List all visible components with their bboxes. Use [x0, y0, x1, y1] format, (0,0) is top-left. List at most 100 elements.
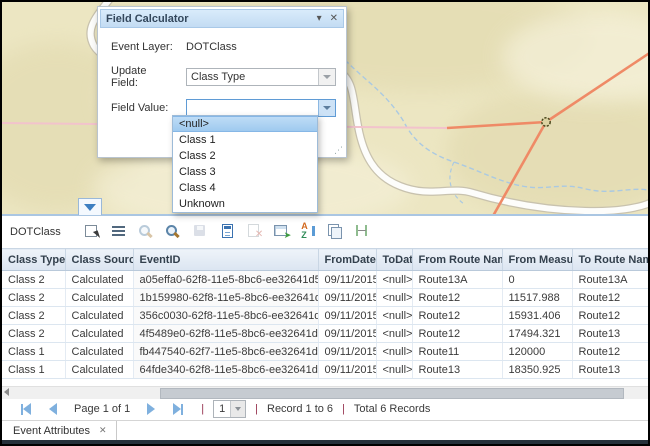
table-cell[interactable]: Class 2: [2, 271, 65, 289]
close-icon[interactable]: ✕: [330, 14, 338, 24]
column-header[interactable]: To Route Name: [572, 249, 648, 271]
table-cell[interactable]: Route12: [412, 289, 502, 307]
scroll-left-icon[interactable]: [4, 388, 9, 396]
dropdown-option[interactable]: Class 1: [173, 132, 317, 148]
table-cell[interactable]: 09/11/2015: [318, 271, 376, 289]
table-cell[interactable]: Route12: [412, 325, 502, 343]
table-cell[interactable]: 09/11/2015: [318, 361, 376, 379]
column-header[interactable]: Class Source: [65, 249, 133, 271]
table-cell[interactable]: 64fde340-62f8-11e5-8bc6-ee32641d5ec9: [133, 361, 318, 379]
table-cell[interactable]: 120000: [502, 343, 572, 361]
column-header[interactable]: From Route Name: [412, 249, 502, 271]
table-cell[interactable]: Calculated: [65, 307, 133, 325]
table-cell[interactable]: Calculated: [65, 271, 133, 289]
table-cell[interactable]: 18350.925: [502, 361, 572, 379]
event-attributes-panel: DOTClass Class TypeClass SourceEventIDFr…: [2, 214, 648, 444]
table-row[interactable]: Class 1Calculated64fde340-62f8-11e5-8bc6…: [2, 361, 648, 379]
field-calculator-icon[interactable]: [218, 222, 236, 240]
table-cell[interactable]: <null>: [376, 361, 412, 379]
table-cell[interactable]: 356c0030-62f8-11e5-8bc6-ee32641d5ec9: [133, 307, 318, 325]
table-row[interactable]: Class 2Calculated4f5489e0-62f8-11e5-8bc6…: [2, 325, 648, 343]
export-table-icon[interactable]: [272, 222, 290, 240]
tab-close-icon[interactable]: ✕: [99, 425, 107, 436]
table-cell[interactable]: fb447540-62f7-11e5-8bc6-ee32641d5ec9: [133, 343, 318, 361]
combo-dropdown-button[interactable]: [318, 69, 335, 85]
dropdown-option[interactable]: Class 4: [173, 180, 317, 196]
total-records-label: Total 6 Records: [354, 403, 430, 415]
sort-az-icon[interactable]: [299, 222, 317, 240]
table-cell[interactable]: <null>: [376, 343, 412, 361]
table-cell[interactable]: Route12: [572, 289, 648, 307]
resize-grip[interactable]: ⋰: [334, 145, 344, 156]
show-all-records-icon[interactable]: [110, 222, 128, 240]
table-cell[interactable]: 11517.988: [502, 289, 572, 307]
column-header[interactable]: EventID: [133, 249, 318, 271]
table-cell[interactable]: 09/11/2015: [318, 307, 376, 325]
table-cell[interactable]: Route13: [412, 361, 502, 379]
table-cell[interactable]: Route12: [572, 307, 648, 325]
table-cell[interactable]: 15931.406: [502, 307, 572, 325]
column-header[interactable]: ToDate: [376, 249, 412, 271]
table-row[interactable]: Class 2Calculated1b159980-62f8-11e5-8bc6…: [2, 289, 648, 307]
table-cell[interactable]: 1b159980-62f8-11e5-8bc6-ee32641d5ec9: [133, 289, 318, 307]
page-number-select[interactable]: 1: [213, 400, 246, 418]
table-cell[interactable]: <null>: [376, 271, 412, 289]
table-cell[interactable]: 4f5489e0-62f8-11e5-8bc6-ee32641d5ec9: [133, 325, 318, 343]
table-cell[interactable]: Class 2: [2, 325, 65, 343]
table-cell[interactable]: Route13: [572, 361, 648, 379]
table-cell[interactable]: Class 1: [2, 343, 65, 361]
table-cell[interactable]: Calculated: [65, 361, 133, 379]
separator: |: [255, 403, 258, 415]
attribute-table: Class TypeClass SourceEventIDFromDateToD…: [2, 248, 649, 379]
dropdown-option[interactable]: <null>: [173, 116, 317, 132]
route-junction-marker[interactable]: [542, 118, 550, 126]
column-header[interactable]: From Measure: [502, 249, 572, 271]
last-page-button[interactable]: [173, 403, 183, 415]
first-page-button[interactable]: [21, 403, 31, 415]
column-header[interactable]: FromDate: [318, 249, 376, 271]
update-field-combo[interactable]: Class Type: [186, 68, 336, 86]
chevron-down-icon: [84, 204, 96, 211]
next-page-button[interactable]: [147, 403, 155, 415]
table-cell[interactable]: 0: [502, 271, 572, 289]
table-cell[interactable]: 09/11/2015: [318, 289, 376, 307]
previous-page-button[interactable]: [49, 403, 57, 415]
table-cell[interactable]: Route13A: [572, 271, 648, 289]
record-range-label: Record 1 to 6: [267, 403, 333, 415]
table-cell[interactable]: Class 1: [2, 361, 65, 379]
column-header[interactable]: Class Type: [2, 249, 65, 271]
dropdown-option[interactable]: Class 2: [173, 148, 317, 164]
table-row[interactable]: Class 2Calculated356c0030-62f8-11e5-8bc6…: [2, 307, 648, 325]
table-cell[interactable]: a05effa0-62f8-11e5-8bc6-ee32641d5ec9: [133, 271, 318, 289]
table-row[interactable]: Class 2Calculateda05effa0-62f8-11e5-8bc6…: [2, 271, 648, 289]
copy-records-icon[interactable]: [326, 222, 344, 240]
tab-event-attributes[interactable]: Event Attributes ✕: [4, 421, 117, 440]
table-cell[interactable]: 09/11/2015: [318, 325, 376, 343]
table-cell[interactable]: 17494.321: [502, 325, 572, 343]
table-cell[interactable]: Route12: [572, 343, 648, 361]
table-row[interactable]: Class 1Calculatedfb447540-62f7-11e5-8bc6…: [2, 343, 648, 361]
table-cell[interactable]: Class 2: [2, 289, 65, 307]
table-cell[interactable]: Route12: [412, 307, 502, 325]
fit-column-width-icon[interactable]: [353, 222, 371, 240]
table-cell[interactable]: <null>: [376, 289, 412, 307]
dropdown-option[interactable]: Unknown: [173, 196, 317, 212]
table-cell[interactable]: Calculated: [65, 343, 133, 361]
zoom-to-all-icon[interactable]: [164, 222, 182, 240]
combo-dropdown-button[interactable]: [318, 100, 335, 116]
minimize-icon[interactable]: ▾: [317, 14, 322, 24]
panel-collapse-button[interactable]: [78, 198, 102, 215]
table-cell[interactable]: <null>: [376, 307, 412, 325]
table-cell[interactable]: Route13: [572, 325, 648, 343]
table-cell[interactable]: Route11: [412, 343, 502, 361]
dropdown-option[interactable]: Class 3: [173, 164, 317, 180]
table-cell[interactable]: Route13A: [412, 271, 502, 289]
table-cell[interactable]: Calculated: [65, 325, 133, 343]
select-records-icon[interactable]: [83, 222, 101, 240]
table-cell[interactable]: Class 2: [2, 307, 65, 325]
table-cell[interactable]: 09/11/2015: [318, 343, 376, 361]
page-select-button[interactable]: [230, 401, 245, 417]
table-cell[interactable]: Calculated: [65, 289, 133, 307]
table-cell[interactable]: <null>: [376, 325, 412, 343]
dialog-titlebar[interactable]: Field Calculator ▾ ✕: [100, 9, 344, 28]
